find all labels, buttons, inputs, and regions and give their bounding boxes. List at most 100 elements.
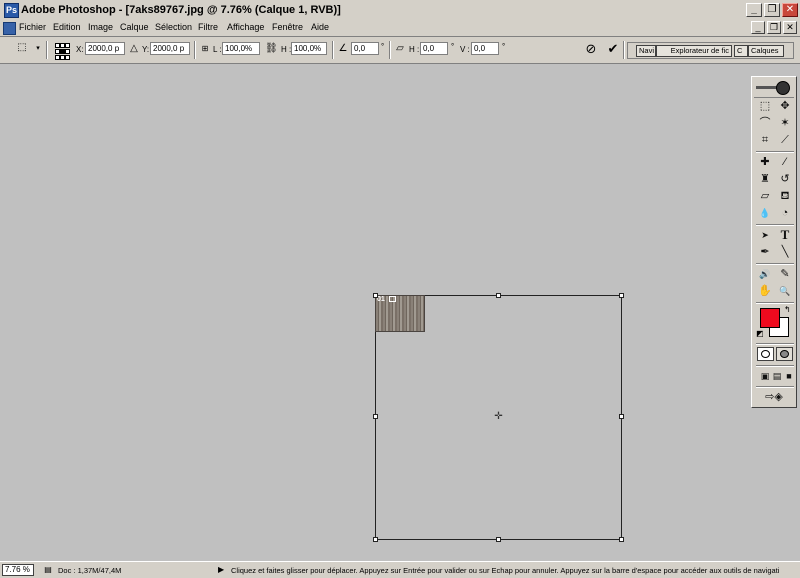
notes-icon[interactable]: 🔊 — [757, 266, 773, 282]
maximize-button[interactable]: ❐ — [764, 3, 780, 17]
doc-minimize-button[interactable]: _ — [751, 21, 765, 34]
scale-icon: ⊞ — [201, 44, 209, 53]
minimize-button[interactable]: _ — [746, 3, 762, 17]
transform-handle-top-left[interactable] — [373, 293, 378, 298]
toolbox-divider — [756, 365, 794, 367]
toolbox-header[interactable] — [754, 79, 794, 98]
menu-fenetre[interactable]: Fenêtre — [272, 22, 303, 32]
transform-handle-left[interactable] — [373, 414, 378, 419]
menu-selection[interactable]: Sélection — [155, 22, 192, 32]
rotation-angle-input[interactable]: 0,0 — [351, 42, 379, 55]
type-icon[interactable]: T — [777, 227, 793, 243]
chevron-down-icon[interactable]: ▾ — [32, 43, 44, 55]
status-arrow-icon[interactable]: ▶ — [218, 565, 224, 574]
history-brush-icon[interactable]: ↺ — [777, 171, 793, 187]
menu-filtre[interactable]: Filtre — [198, 22, 218, 32]
menu-edition[interactable]: Edition — [53, 22, 81, 32]
menu-affichage[interactable]: Affichage — [227, 22, 264, 32]
menu-calque[interactable]: Calque — [120, 22, 149, 32]
link-icon[interactable]: ⛓ — [265, 43, 278, 55]
eraser-icon[interactable]: ▱ — [757, 188, 773, 204]
x-label: X: — [76, 45, 84, 54]
height-label: H : — [281, 45, 292, 54]
slice-icon[interactable]: ⟋ — [777, 132, 793, 148]
clone-stamp-icon[interactable]: ♜ — [757, 171, 773, 187]
menu-aide[interactable]: Aide — [311, 22, 329, 32]
y-label: Y: — [142, 45, 150, 54]
tool-preset-icon[interactable]: ⬚ — [16, 42, 28, 54]
transform-handle-bottom[interactable] — [496, 537, 501, 542]
commit-transform-icon[interactable]: ✔ — [607, 42, 619, 55]
transform-handle-top[interactable] — [496, 293, 501, 298]
default-colors-icon[interactable]: ◩ — [756, 330, 764, 338]
transform-handle-bottom-left[interactable] — [373, 537, 378, 542]
toolbox-divider — [756, 263, 794, 265]
transform-handle-top-right[interactable] — [619, 293, 624, 298]
skew-horizontal-input[interactable]: 0,0 — [420, 42, 448, 55]
blur-icon[interactable]: 💧 — [757, 205, 773, 221]
hand-icon[interactable]: ✋ — [757, 283, 773, 299]
skew-icon: ▱ — [396, 43, 404, 54]
line-icon[interactable]: ╲ — [777, 244, 793, 260]
title-bar: Ps Adobe Photoshop - [7aks89767.jpg @ 7.… — [0, 0, 800, 21]
dodge-icon[interactable]: ◔ — [777, 205, 793, 221]
photoshop-app-icon: Ps — [4, 3, 19, 18]
full-screen-mode-icon[interactable]: ■ — [781, 368, 797, 384]
doc-restore-button[interactable]: ❐ — [767, 21, 781, 34]
degree-unit: ° — [381, 42, 385, 51]
close-button[interactable]: ✕ — [782, 3, 798, 17]
magic-wand-icon[interactable]: ✶ — [777, 115, 793, 131]
path-selection-icon[interactable]: ➤ — [757, 227, 773, 243]
zoom-level-input[interactable]: 7.76 % — [2, 564, 34, 576]
x-position-input[interactable]: 2000,0 p — [85, 42, 125, 55]
height-scale-input[interactable]: 100,0% — [291, 42, 327, 55]
palette-well: Navi Explorateur de fic C Calques — [627, 42, 794, 59]
tab-navigator[interactable]: Navi — [636, 45, 656, 57]
tab-c[interactable]: C — [734, 45, 748, 57]
width-scale-input[interactable]: 100,0% — [222, 42, 260, 55]
transform-handle-bottom-right[interactable] — [619, 537, 624, 542]
divider — [332, 41, 334, 59]
window-title: Adobe Photoshop - [7aks89767.jpg @ 7.76%… — [21, 4, 341, 16]
zoom-icon[interactable]: 🔍 — [777, 283, 793, 299]
lasso-icon[interactable]: ⌒ — [757, 115, 773, 131]
menu-fichier[interactable]: Fichier — [19, 22, 46, 32]
paint-bucket-icon[interactable]: ⛾ — [777, 188, 793, 204]
status-hint-text: Cliquez et faites glisser pour déplacer.… — [231, 566, 780, 575]
tool-palette: ⬚ ✥ ⌒ ✶ ⌗ ⟋ ✚ ⁄ ♜ ↺ ▱ ⛾ 💧 ◔ ➤ T ✒ ╲ 🔊 ✎ … — [751, 76, 797, 408]
transform-center-point-icon[interactable]: ✛ — [494, 412, 503, 422]
menu-image[interactable]: Image — [88, 22, 113, 32]
layer-thumb-label: 01 — [377, 296, 385, 303]
degree-unit: ° — [451, 42, 455, 51]
cancel-transform-icon[interactable]: ⊘ — [585, 42, 597, 55]
eye-logo-icon[interactable] — [776, 81, 790, 95]
healing-brush-icon[interactable]: ✚ — [757, 154, 773, 170]
divider — [389, 41, 391, 59]
foreground-color-swatch[interactable] — [760, 308, 780, 328]
marquee-icon[interactable]: ⬚ — [757, 98, 773, 114]
tab-calques[interactable]: Calques — [748, 45, 784, 57]
document-size-info[interactable]: Doc : 1,37M/47,4M — [58, 566, 121, 575]
doc-close-button[interactable]: ✕ — [783, 21, 797, 34]
swap-colors-icon[interactable]: ↰ — [784, 306, 791, 314]
jump-to-imageready-icon[interactable]: ⇨◈ — [759, 389, 789, 405]
standard-mode-button[interactable] — [757, 347, 774, 361]
eyedropper-icon[interactable]: ✎ — [777, 266, 793, 282]
menu-bar: Fichier Edition Image Calque Sélection F… — [0, 20, 800, 37]
toolbox-divider — [756, 302, 794, 304]
triangle-icon: △ — [130, 43, 138, 54]
tab-file-browser[interactable]: Explorateur de fic — [656, 45, 732, 57]
transform-handle-right[interactable] — [619, 414, 624, 419]
document-info-icon: ▤ — [44, 565, 52, 574]
skew-vertical-input[interactable]: 0,0 — [471, 42, 499, 55]
quick-mask-mode-button[interactable] — [776, 347, 793, 361]
skew-h-label: H : — [409, 45, 420, 54]
reference-point-icon[interactable] — [55, 43, 70, 60]
pen-icon[interactable]: ✒ — [757, 244, 773, 260]
document-icon[interactable] — [3, 22, 16, 35]
move-icon[interactable]: ✥ — [777, 98, 793, 114]
brush-icon[interactable]: ⁄ — [777, 154, 793, 170]
angle-icon: ∠ — [338, 43, 348, 54]
y-position-input[interactable]: 2000,0 p — [150, 42, 190, 55]
crop-icon[interactable]: ⌗ — [757, 132, 773, 148]
